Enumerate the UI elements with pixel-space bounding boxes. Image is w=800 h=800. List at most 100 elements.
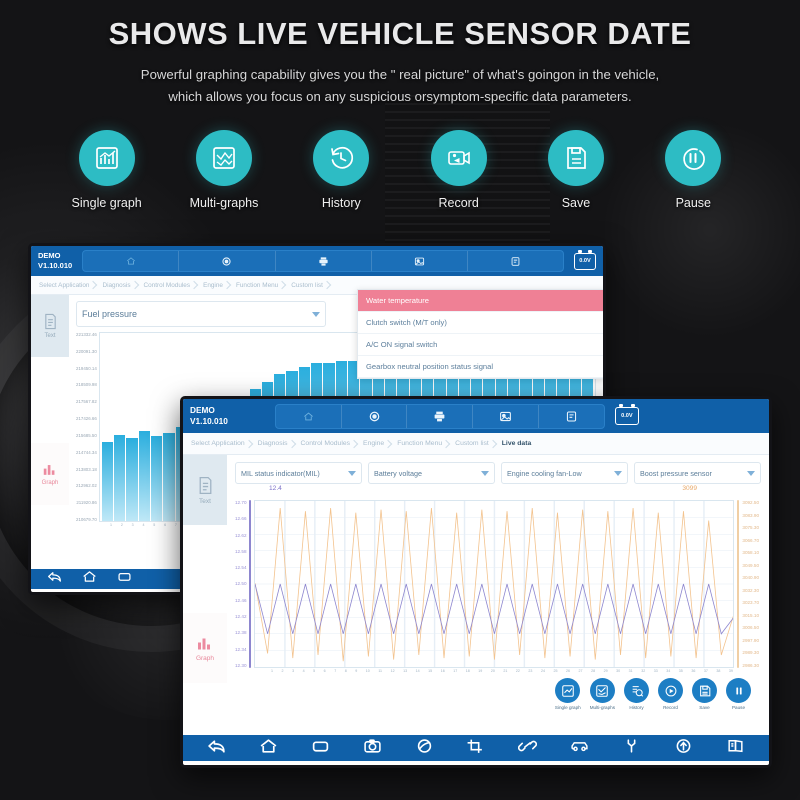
save-icon: [692, 678, 717, 703]
home-icon[interactable]: [83, 251, 180, 271]
dropdown-item[interactable]: Gearbox neutral position status signal: [358, 356, 603, 378]
select-battery-voltage[interactable]: Battery voltage: [368, 462, 495, 484]
left-y-tick-label: 12.70: [235, 500, 247, 505]
home-icon[interactable]: [82, 570, 97, 588]
breadcrumb-item[interactable]: Select Application: [188, 440, 255, 447]
breadcrumb-item[interactable]: Select Application: [36, 282, 99, 289]
select-engine-cooling-fan[interactable]: Engine cooling fan-Low: [501, 462, 628, 484]
sidebar-label: Graph: [195, 654, 215, 662]
toolbar-history[interactable]: History: [624, 678, 649, 710]
breadcrumb-item[interactable]: Diagnosis: [99, 282, 140, 289]
battery-indicator: 0.0V: [574, 249, 596, 270]
feature-multi-graphs[interactable]: Multi-graphs: [177, 130, 271, 210]
dropdown-item[interactable]: A/C ON signal switch: [358, 334, 603, 356]
select-value: Engine cooling fan-Low: [507, 468, 582, 478]
feature-save[interactable]: Save: [529, 130, 623, 210]
right-y-tick-label: 3023.70: [742, 600, 759, 606]
dropdown-item[interactable]: Water temperature: [358, 290, 603, 312]
upload-icon[interactable]: [674, 738, 693, 759]
camera-icon[interactable]: [363, 738, 382, 759]
x-tick-label: 6: [164, 523, 167, 527]
breadcrumb-item[interactable]: Function Menu: [394, 440, 452, 447]
breadcrumb-item[interactable]: Engine: [360, 440, 394, 447]
breadcrumb-item[interactable]: Control Modules: [141, 282, 201, 289]
select-mil-status[interactable]: MIL status indicator(MIL): [235, 462, 362, 484]
sidebar-item-text[interactable]: Text: [183, 455, 227, 525]
feature-label: Record: [438, 196, 479, 210]
x-tick-label: 17: [453, 669, 458, 673]
brand-name: DEMO: [38, 250, 61, 260]
printer-icon[interactable]: [276, 251, 372, 271]
sidebar-item-graph[interactable]: Graph: [183, 613, 227, 683]
screenshot-icon[interactable]: [372, 251, 468, 271]
front-tablet-panel: MIL status indicator(MIL) Battery voltag…: [227, 455, 769, 735]
parameter-select-value: Fuel pressure: [82, 309, 138, 319]
tools-icon[interactable]: [622, 738, 641, 759]
breadcrumb-item-active: Live data: [501, 440, 532, 447]
breadcrumb-item[interactable]: Function Menu: [233, 282, 288, 289]
breadcrumb-item[interactable]: Engine: [200, 282, 233, 289]
sidebar-item-graph[interactable]: Graph: [31, 443, 69, 505]
manual-icon[interactable]: [726, 738, 745, 759]
x-tick-label: 30: [616, 669, 621, 673]
chart-gridlines: [254, 501, 734, 667]
settings-icon[interactable]: [342, 404, 408, 428]
feature-single-graph[interactable]: Single graph: [60, 130, 154, 210]
toolbar-label: Record: [663, 705, 678, 710]
dropdown-item[interactable]: Clutch switch (M/T only): [358, 312, 603, 334]
x-tick-label: 39: [728, 669, 733, 673]
breadcrumb-item[interactable]: Diagnosis: [255, 440, 298, 447]
sidebar-item-text[interactable]: Text: [31, 295, 69, 357]
toolbar-save[interactable]: Save: [692, 678, 717, 710]
settings-icon[interactable]: [179, 251, 276, 271]
back-icon[interactable]: [207, 738, 226, 759]
crop-icon[interactable]: [466, 738, 485, 759]
x-tick-label: 24: [540, 669, 545, 673]
left-y-tick-label: 12.58: [235, 548, 247, 554]
breadcrumb-item[interactable]: Custom list: [452, 440, 499, 447]
report-icon[interactable]: [539, 405, 604, 428]
back-tablet-brand: DEMO V1.10.010: [38, 251, 72, 271]
printer-icon[interactable]: [407, 404, 474, 428]
x-tick-label: 5: [313, 669, 316, 673]
chevron-down-icon: [747, 470, 755, 476]
select-boost-pressure-sensor[interactable]: Boost pressure sensor: [634, 462, 761, 484]
x-tick-label: 8: [344, 669, 347, 673]
breadcrumb-item[interactable]: Custom list: [288, 282, 333, 289]
select-value: MIL status indicator(MIL): [241, 468, 320, 478]
multi-graphs-icon: [195, 130, 252, 186]
recent-apps-icon[interactable]: [117, 570, 132, 588]
feature-pause[interactable]: Pause: [646, 130, 740, 210]
x-tick-label: 4: [302, 669, 305, 673]
page-title: SHOWS LIVE VEHICLE SENSOR DATE: [108, 16, 692, 51]
parameter-dropdown-list[interactable]: Water temperature Clutch switch (M/T onl…: [357, 289, 603, 379]
toolbar-single-graph[interactable]: Single graph: [555, 678, 581, 710]
recent-apps-icon[interactable]: [311, 738, 330, 759]
browser-icon[interactable]: [415, 738, 434, 759]
toolbar-multi-graphs[interactable]: Multi-graphs: [590, 678, 615, 710]
breadcrumb-item[interactable]: Control Modules: [298, 440, 361, 447]
left-y-tick-label: 12.38: [235, 630, 247, 636]
toolbar-record[interactable]: Record: [658, 678, 683, 710]
x-tick-label: 35: [678, 669, 683, 673]
toolbar-pause[interactable]: Pause: [726, 678, 751, 710]
link-icon[interactable]: [518, 738, 538, 759]
history-icon: [313, 130, 370, 186]
screenshot-icon[interactable]: [473, 404, 540, 428]
chart-toolbar: Single graph Multi-graphs History Record…: [235, 673, 761, 713]
record-icon: [430, 130, 487, 186]
home-icon[interactable]: [276, 404, 342, 428]
right-y-tick-label: 3006.50: [742, 625, 759, 631]
home-icon[interactable]: [259, 738, 278, 759]
feature-history[interactable]: History: [294, 130, 388, 210]
feature-record[interactable]: Record: [412, 130, 506, 210]
back-icon[interactable]: [47, 570, 62, 588]
parameter-select[interactable]: Fuel pressure: [76, 301, 326, 327]
report-icon[interactable]: [468, 251, 563, 271]
right-y-tick-label: 3049.50: [742, 562, 759, 568]
pause-icon: [665, 130, 722, 186]
feature-label: History: [321, 196, 361, 210]
back-tablet-icon-bar: [82, 250, 564, 272]
vehicle-icon[interactable]: [570, 738, 589, 759]
front-tablet-icon-bar: [274, 403, 605, 429]
